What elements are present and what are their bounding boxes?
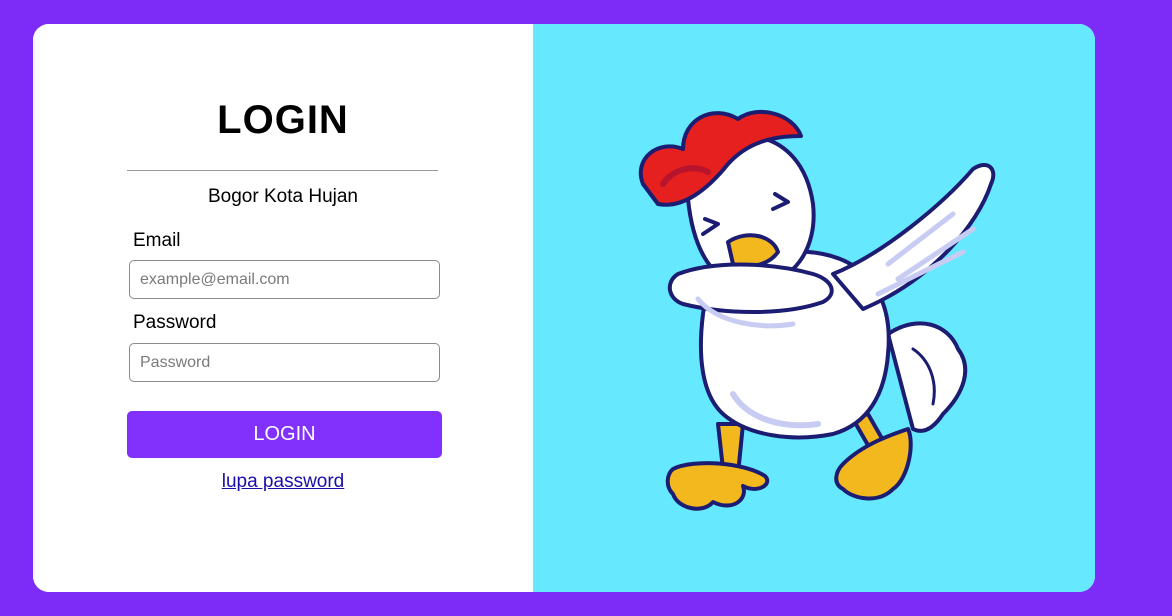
login-button[interactable]: LOGIN: [127, 411, 442, 458]
forgot-password-link[interactable]: lupa password: [222, 471, 345, 492]
forgot-password: lupa password: [33, 471, 533, 493]
email-input[interactable]: [129, 260, 440, 299]
chicken-mascot-illustration: [638, 109, 996, 511]
email-label: Email: [133, 230, 181, 251]
login-panel: LOGIN Bogor Kota Hujan Email Password LO…: [33, 24, 533, 592]
login-title: LOGIN: [217, 98, 349, 142]
login-subtitle: Bogor Kota Hujan: [208, 186, 358, 207]
password-label: Password: [133, 312, 217, 333]
divider: [127, 170, 438, 171]
password-input[interactable]: [129, 343, 440, 382]
login-card: LOGIN Bogor Kota Hujan Email Password LO…: [33, 24, 1095, 592]
illustration-panel: [533, 24, 1095, 592]
